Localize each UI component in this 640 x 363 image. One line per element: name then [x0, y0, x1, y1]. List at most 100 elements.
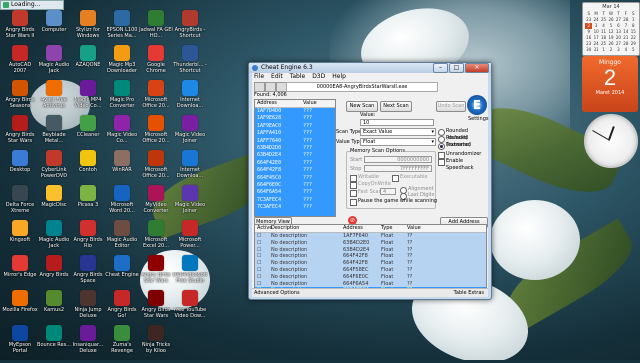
result-row[interactable]: 7C3AFEC4???: [255, 197, 335, 204]
desktop-icon[interactable]: Magic Audio Editor: [104, 218, 140, 258]
writable-checkbox[interactable]: Writable: [350, 174, 379, 182]
desktop-icon[interactable]: Kingsoft: [2, 218, 38, 258]
calendar-day[interactable]: 2: [607, 47, 614, 53]
result-row[interactable]: 664F42F8???: [255, 167, 335, 174]
desktop-icon[interactable]: Zuma's Revenge: [104, 323, 140, 363]
desktop-icon[interactable]: Internet Downloa...: [172, 148, 208, 188]
desktop-icon[interactable]: Avast Free Antivirus: [36, 78, 72, 118]
desktop-icon[interactable]: Stylizr for Windows: [70, 8, 106, 48]
desktop-icon[interactable]: Magic Pro Converter: [104, 78, 140, 118]
table-type-header[interactable]: Type: [381, 225, 407, 232]
desktop-icon[interactable]: Angry Birds Star Wars: [2, 113, 38, 153]
table-row[interactable]: ☐ No description 1AF7F640 Float??: [255, 233, 486, 240]
calendar-day[interactable]: 30: [585, 47, 592, 53]
close-button[interactable]: ✕: [465, 63, 489, 73]
table-row[interactable]: ☐ No description 63B4D2E4 Float??: [255, 246, 486, 254]
results-rows[interactable]: 1AF7D4D0??? 1AF9E628??? 1AF9EAC0??? 1AFFA41…: [255, 108, 335, 216]
result-row[interactable]: 1AF9EAC0???: [255, 123, 335, 130]
menu-item[interactable]: Help: [332, 73, 346, 81]
cheat-table[interactable]: Active Description Address Type Value ☐ N…: [254, 224, 487, 290]
desktop-icon[interactable]: Magic Video Co...: [104, 113, 140, 153]
date-gadget[interactable]: Minggo 2 Maret 2014: [582, 56, 638, 112]
desktop-icon[interactable]: Microsoft Office 20...: [138, 148, 174, 188]
table-row[interactable]: ☐ No description 63B4D2E0 Float??: [255, 239, 486, 247]
minimize-button[interactable]: –: [433, 63, 448, 73]
desktop-icon[interactable]: CyberLink PowerDVD: [36, 148, 72, 188]
result-row[interactable]: 63B4D2D0???: [255, 145, 335, 152]
desktop-icon[interactable]: Angry Birds Rio: [70, 218, 106, 258]
table-row[interactable]: ☐ No description 664F42F8 Float??: [255, 253, 486, 261]
result-row[interactable]: 664F45C0???: [255, 175, 335, 182]
active-checkbox[interactable]: ☐: [255, 281, 271, 288]
result-row[interactable]: 664F42E0???: [255, 160, 335, 167]
table-extras-link[interactable]: Table Extras: [454, 289, 484, 297]
table-row[interactable]: ☐ No description 664F6A54 Float??: [255, 280, 486, 288]
desktop-icon[interactable]: Magic Video Joiner: [172, 183, 208, 223]
menu-item[interactable]: File: [254, 73, 264, 81]
desktop-icon[interactable]: Mirror's Edge: [2, 253, 38, 293]
table-row[interactable]: ☐ No description 664F42F8 Float??: [255, 260, 486, 267]
desktop-icon[interactable]: Microsoft Power...: [172, 218, 208, 258]
desktop-icon[interactable]: Jadwal FA GEI HO...: [138, 8, 174, 48]
desktop-icon[interactable]: Microsoft Word 20...: [104, 183, 140, 223]
table-description-header[interactable]: Description: [271, 225, 343, 232]
start-address-input[interactable]: 0000000000: [364, 156, 432, 163]
result-row[interactable]: 1AFF7640???: [255, 138, 335, 145]
cheat-engine-window[interactable]: Cheat Engine 6.3 – □ ✕ File Edit Table D3D H…: [248, 62, 492, 300]
menu-item[interactable]: Table: [290, 73, 306, 81]
desktop-icon[interactable]: Magic Audio Jack: [36, 43, 72, 83]
executable-checkbox[interactable]: Executable: [392, 174, 428, 182]
desktop-icon[interactable]: Microsoft Office 20...: [138, 78, 174, 118]
results-value-header[interactable]: Value: [301, 100, 317, 107]
advanced-options-link[interactable]: Advanced Options: [254, 289, 300, 297]
desktop-icon[interactable]: WinRAR: [104, 148, 140, 188]
cheat-engine-logo[interactable]: E: [467, 95, 487, 115]
result-row[interactable]: 664F6A54???: [255, 189, 335, 196]
table-address-header[interactable]: Address: [343, 225, 381, 232]
menu-item[interactable]: D3D: [312, 73, 325, 81]
desktop-icon[interactable]: MyVideo Converter: [138, 183, 174, 223]
desktop-icon[interactable]: MyEpson Portal: [2, 323, 38, 363]
table-row[interactable]: ☐ No description 664F6E0C Float??: [255, 273, 486, 281]
window-titlebar[interactable]: Cheat Engine 6.3 – □ ✕: [249, 63, 491, 73]
stop-address-input[interactable]: 7FFFFFFFFF: [364, 165, 432, 172]
active-checkbox[interactable]: ☐: [255, 247, 271, 254]
desktop-icon[interactable]: Free YouTube Video Dow...: [172, 288, 208, 328]
desktop-icon[interactable]: Angry Birds Star Wars II: [2, 8, 38, 48]
value-input[interactable]: 10: [360, 119, 434, 126]
calendar-day[interactable]: 1: [600, 47, 607, 53]
fast-scan-checkbox[interactable]: Fast Scan: [350, 189, 382, 197]
pause-game-checkbox[interactable]: Pause the game while scanning: [350, 198, 437, 206]
desktop-icon[interactable]: Angry Birds: [36, 253, 72, 293]
desktop-icon[interactable]: Magic Mp3 Downloader: [104, 43, 140, 83]
desktop-icon[interactable]: Angry Birds Seasons: [2, 78, 38, 118]
desktop-icon[interactable]: Thunderbi... - Shortcut: [172, 43, 208, 83]
table-row[interactable]: ☐ No description 664F58EC Float??: [255, 266, 486, 274]
desktop-icon[interactable]: DVDVideoSoft Free Studio: [172, 253, 208, 293]
calendar-day[interactable]: 4: [622, 47, 629, 53]
active-checkbox[interactable]: ☐: [255, 233, 271, 240]
desktop-icon[interactable]: AutoCAD 2007: [2, 43, 38, 83]
cheat-table-rows[interactable]: ☐ No description 1AF7F640 Float?? ☐ No descri…: [255, 233, 486, 289]
desktop-icon[interactable]: Angry Birds Star Wars: [138, 288, 174, 328]
desktop-icon[interactable]: Insaniquar... Deluxe: [70, 323, 106, 363]
desktop-icon[interactable]: Computer: [36, 8, 72, 48]
desktop-icon[interactable]: AngryBirds - Shortcut: [172, 8, 208, 48]
active-checkbox[interactable]: ☐: [255, 253, 271, 260]
desktop-icon[interactable]: CCleaner: [70, 113, 106, 153]
result-row[interactable]: 664F6E0C???: [255, 182, 335, 189]
desktop-icon[interactable]: Bounce Res...: [36, 323, 72, 363]
active-checkbox[interactable]: ☐: [255, 267, 271, 274]
calendar-gadget[interactable]: Mar 14 S M T W T F S 23 24 25 26 27 28 1 2 3 4 5 6 7 8 9 10 11 1…: [582, 2, 640, 56]
desktop-icon[interactable]: EPSON L100 Series Ma...: [104, 8, 140, 48]
calendar-day[interactable]: 3: [615, 47, 622, 53]
scan-results-list[interactable]: Address Value 1AF7D4D0??? 1AF9E628??? 1AF9…: [254, 99, 336, 217]
result-row[interactable]: 1AF9E628???: [255, 115, 335, 122]
desktop-icon[interactable]: Microsoft Office 20...: [138, 113, 174, 153]
open-process-icon[interactable]: [254, 82, 265, 92]
desktop-icon[interactable]: Microsoft Excel 20...: [138, 218, 174, 258]
fast-scan-input[interactable]: 4: [380, 188, 396, 195]
result-row[interactable]: 1AFFA410???: [255, 130, 335, 137]
desktop-icon[interactable]: Magic Video Joiner: [172, 113, 208, 153]
results-address-header[interactable]: Address: [255, 100, 301, 107]
